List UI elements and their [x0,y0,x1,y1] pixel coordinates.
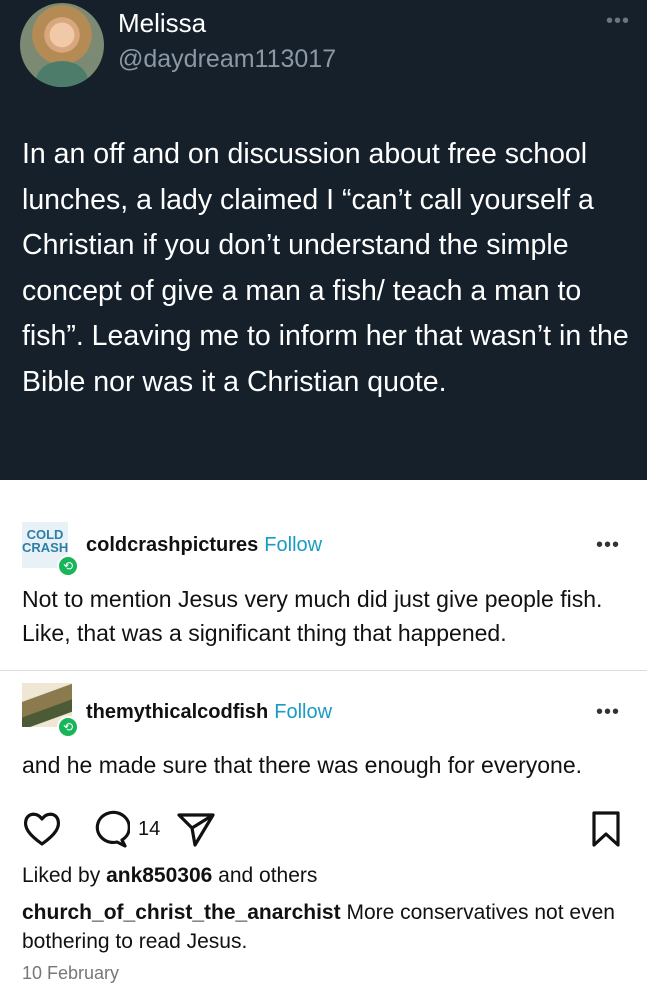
follow-button[interactable]: Follow [264,534,322,556]
heart-icon[interactable] [22,810,62,848]
liked-by-suffix: and others [218,864,318,887]
post-date: 10 February [22,963,120,983]
liked-by[interactable]: Liked by ank850306 and others [22,864,317,888]
reply-username[interactable]: themythicalcodfish Follow [86,701,332,724]
reply-username-text[interactable]: coldcrashpictures [86,534,258,556]
more-dots-icon[interactable]: ••• [596,534,620,557]
more-dots-icon[interactable]: ••• [606,10,630,33]
reply-username-text[interactable]: themythicalcodfish [86,701,268,723]
tweet-author-handle[interactable]: @daydream113017 [118,45,336,74]
follow-button[interactable]: Follow [274,701,332,723]
bookmark-icon[interactable] [588,810,624,848]
caption-author[interactable]: church_of_christ_the_anarchist [22,901,341,924]
liked-by-user[interactable]: ank850306 [106,864,212,887]
comment-count: 14 [138,818,161,840]
comment-bubble-icon[interactable] [90,810,130,848]
reblog-badge-icon: ⟲ [57,716,79,738]
avatar-shirt [36,61,88,87]
more-dots-icon[interactable]: ••• [596,701,620,724]
reply-item: ⟲ themythicalcodfish Follow ••• and he ma… [0,671,647,791]
tweet-text: In an off and on discussion about free s… [22,138,629,398]
reblog-badge-icon: ⟲ [57,555,79,577]
tweet-card: Melissa @daydream113017 ••• In an off an… [0,0,647,480]
tweet-avatar[interactable] [20,3,104,87]
action-bar: 14 [0,810,647,850]
tweet-author-name[interactable]: Melissa [118,8,206,39]
reply-text: and he made sure that there was enough f… [22,752,583,778]
avatar[interactable]: ⟲ [22,683,79,738]
reply-username[interactable]: coldcrashpictures Follow [86,534,322,557]
post-caption: church_of_christ_the_anarchist More cons… [22,898,632,956]
reply-text: Not to mention Jesus very much did just … [22,586,603,646]
avatar[interactable]: COLD CRASH ⟲ [22,522,79,577]
liked-by-prefix: Liked by [22,864,101,887]
reply-item: COLD CRASH ⟲ coldcrashpictures Follow •••… [0,480,647,671]
send-icon[interactable] [176,810,216,848]
